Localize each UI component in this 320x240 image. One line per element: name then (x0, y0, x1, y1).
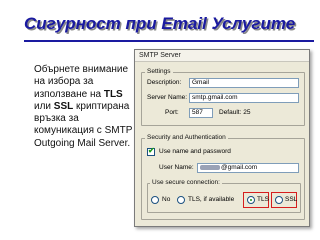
radio-no[interactable] (151, 196, 159, 204)
port-input[interactable]: 587 (189, 108, 213, 118)
use-name-password-label: Use name and password (159, 148, 231, 155)
radio-tls-if-available-label: TLS, if available (188, 196, 235, 203)
security-group-label: Security and Authentication (145, 134, 228, 142)
title-divider (24, 40, 314, 42)
server-name-input[interactable]: smtp.gmail.com (189, 93, 299, 103)
use-name-password-checkbox[interactable]: ✔ (147, 146, 155, 156)
tls-keyword: TLS (103, 88, 123, 100)
radio-tls[interactable] (247, 196, 255, 204)
slide-title: Сигурност при Email Услугите (24, 14, 296, 33)
radio-tls-if-available[interactable] (177, 196, 185, 204)
secure-connection-label: Use secure connection: (150, 179, 222, 187)
user-name-label: User Name: (159, 164, 194, 171)
checkmark-icon: ✔ (148, 146, 155, 155)
description-label-text: Description: (147, 79, 182, 86)
dialog-title: SMTP Server (135, 50, 309, 62)
user-name-input[interactable]: @gmail.com (197, 163, 299, 173)
smtp-server-dialog: SMTP Server Settings Description: Gmail … (134, 49, 310, 227)
description-input[interactable]: Gmail (189, 78, 299, 88)
radio-tls-label: TLS (257, 196, 269, 203)
or-text: или (34, 100, 54, 112)
description-label: Description: (147, 78, 181, 88)
user-name-domain: @gmail.com (221, 164, 258, 171)
slide-body-text: Обърнете внимание на избора за използван… (34, 64, 134, 150)
redacted-username (200, 164, 220, 170)
server-name-label: Server Name: (147, 94, 188, 101)
radio-no-label: No (162, 196, 171, 203)
radio-ssl-label: SSL (285, 196, 298, 203)
radio-ssl[interactable] (275, 196, 283, 204)
port-label: Port: (165, 109, 179, 116)
default-port-label: Default: 25 (219, 109, 251, 116)
settings-group-label: Settings (145, 68, 173, 76)
ssl-keyword: SSL (53, 100, 74, 112)
